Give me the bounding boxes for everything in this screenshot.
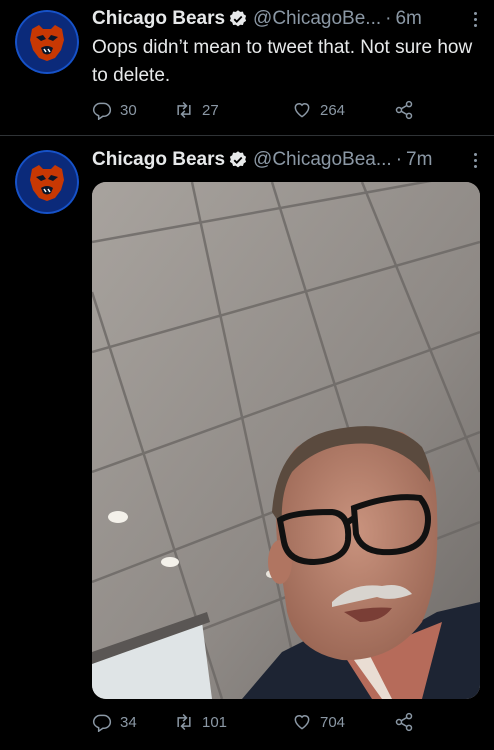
retweet-icon: [177, 713, 191, 731]
tweet-actions: 30 27 264: [92, 99, 422, 121]
reply-icon: [92, 714, 112, 732]
more-options-icon[interactable]: [466, 147, 484, 173]
like-count: 704: [320, 713, 346, 731]
tweet-header: Chicago Bears @ChicagoBea... · 7m: [92, 147, 484, 173]
heart-icon: [294, 103, 310, 118]
author-name[interactable]: Chicago Bears: [92, 149, 225, 171]
timestamp[interactable]: 6m: [395, 8, 421, 30]
retweet-button[interactable]: 27: [174, 99, 219, 121]
share-button[interactable]: [394, 99, 414, 121]
reply-button[interactable]: 30: [92, 99, 137, 121]
retweet-icon: [177, 101, 191, 119]
retweet-button[interactable]: 101: [174, 711, 227, 733]
author-handle[interactable]: @ChicagoBe...: [253, 8, 381, 30]
reply-button[interactable]: 34: [92, 711, 137, 733]
separator: ·: [385, 8, 392, 29]
chicago-bears-logo-icon: [15, 10, 79, 74]
tweet-text: Oops didn’t mean to tweet that. Not sure…: [92, 37, 473, 86]
reply-count: 34: [120, 713, 137, 731]
timestamp[interactable]: 7m: [406, 149, 432, 171]
more-options-icon[interactable]: [466, 6, 484, 32]
tweet[interactable]: Chicago Bears @ChicagoBea... · 7m 34 101…: [0, 136, 494, 750]
tweet[interactable]: Chicago Bears @ChicagoBe... · 6m Oops di…: [0, 0, 494, 136]
reply-icon: [92, 102, 112, 120]
heart-icon: [294, 715, 310, 730]
like-button[interactable]: 264: [292, 99, 345, 121]
avatar[interactable]: [15, 10, 79, 74]
verified-badge-icon: [228, 150, 248, 170]
tweet-header: Chicago Bears @ChicagoBe... · 6m: [92, 6, 484, 32]
retweet-count: 27: [202, 101, 219, 119]
tweet-photo[interactable]: [92, 182, 480, 699]
reply-count: 30: [120, 101, 137, 119]
like-count: 264: [320, 101, 346, 119]
chicago-bears-logo-icon: [15, 150, 79, 214]
retweet-count: 101: [202, 713, 228, 731]
tweet-actions: 34 101 704: [92, 711, 422, 733]
author-name[interactable]: Chicago Bears: [92, 8, 225, 30]
verified-badge-icon: [228, 9, 248, 29]
like-button[interactable]: 704: [292, 711, 345, 733]
avatar[interactable]: [15, 150, 79, 214]
share-button[interactable]: [394, 711, 414, 733]
share-icon: [395, 712, 413, 732]
selfie-photo: [92, 182, 480, 699]
author-handle[interactable]: @ChicagoBea...: [253, 149, 392, 171]
separator: ·: [395, 149, 403, 170]
share-icon: [395, 100, 413, 120]
